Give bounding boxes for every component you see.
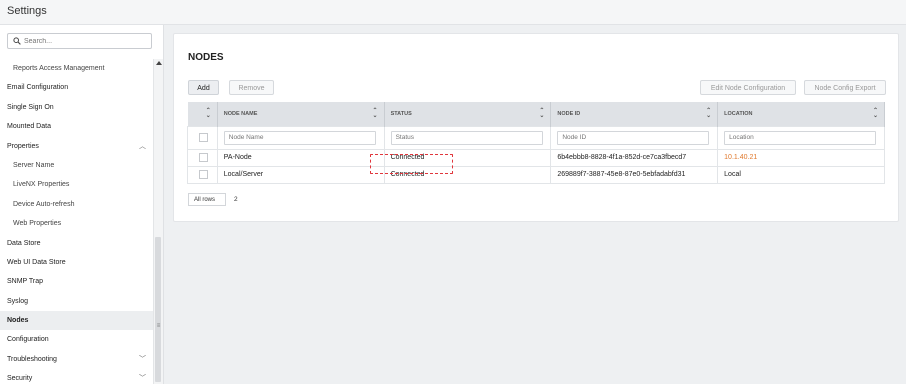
column-header-label: NODE ID	[557, 110, 581, 117]
sidebar-item-label: Mounted Data	[7, 123, 51, 131]
sidebar-item-snmp-trap[interactable]: SNMP Trap	[0, 272, 153, 291]
sidebar-item-label: Data Store	[7, 239, 41, 247]
search-box[interactable]	[7, 33, 152, 49]
column-header-node-id[interactable]: NODE ID ⌃ ⌄	[550, 102, 719, 126]
nodes-table: ⌃ ⌄ NODE NAME ⌃ ⌄ STATUS ⌃ ⌄ NODE ID ⌃ ⌄ LOCATI…	[187, 102, 885, 184]
chevron-down-icon[interactable]: ﹀	[139, 369, 146, 384]
sidebar-item-email-configuration[interactable]: Email Configuration	[0, 78, 153, 97]
nodes-panel: NODES Add Remove Edit Node Configuration…	[173, 33, 899, 222]
grip-icon: ≡	[156, 323, 161, 329]
sidebar-scrollbar[interactable]: ≡	[153, 59, 163, 384]
sidebar-item-syslog[interactable]: Syslog	[0, 292, 153, 311]
node-config-export-button[interactable]: Node Config Export	[804, 80, 886, 95]
window-title: Settings	[7, 5, 47, 17]
select-all-checkbox[interactable]	[199, 133, 208, 142]
scroll-up-arrow-icon[interactable]	[156, 61, 162, 65]
add-button[interactable]: Add	[188, 80, 219, 95]
sidebar-item-label: Security	[7, 375, 33, 383]
row-checkbox[interactable]	[199, 170, 208, 179]
select-column-header[interactable]: ⌃ ⌄	[187, 102, 218, 126]
node-name-cell: PA-Node	[216, 148, 385, 167]
chevron-up-icon[interactable]: ︿	[139, 137, 146, 156]
row-checkbox[interactable]	[199, 153, 208, 162]
sidebar-item-device-auto-refresh[interactable]: Device Auto-refresh	[0, 195, 153, 214]
location-link[interactable]: 10.1.40.21	[724, 154, 757, 161]
sort-icon[interactable]: ⌃ ⌄	[873, 108, 878, 119]
sidebar-item-label: Web Properties	[13, 220, 62, 228]
sidebar-item-label: Email Configuration	[7, 84, 69, 92]
sidebar-item-livenx-properties[interactable]: LiveNX Properties	[0, 175, 153, 194]
column-header-label: NODE NAME	[223, 110, 258, 117]
sidebar-item-label: Syslog	[7, 297, 29, 305]
filter-cell	[550, 125, 719, 150]
sidebar-item-data-store[interactable]: Data Store	[0, 234, 153, 253]
sort-icon[interactable]: ⌃ ⌄	[373, 108, 378, 119]
sidebar-item-label: LiveNX Properties	[13, 181, 70, 189]
row-select-cell	[187, 165, 218, 184]
table-filter-row	[187, 125, 885, 150]
column-header-status[interactable]: STATUS ⌃ ⌄	[384, 102, 552, 126]
status-highlight-annotation	[370, 154, 453, 174]
filter-cell	[717, 125, 885, 150]
sidebar-item-single-sign-on[interactable]: Single Sign On	[0, 98, 153, 117]
sidebar-item-troubleshooting[interactable]: Troubleshooting ﹀	[0, 350, 153, 369]
location-cell: Local	[717, 165, 885, 184]
node-id-cell: 269889f7-3887-45e8-87e0-5ebfadabfd31	[550, 165, 719, 184]
sidebar-item-web-properties[interactable]: Web Properties	[0, 214, 153, 233]
table-row[interactable]: Local/Server Connected 269889f7-3887-45e…	[187, 165, 885, 184]
filter-node-name-input[interactable]	[223, 130, 376, 145]
settings-sidebar: Reports Access Management Email Configur…	[0, 25, 164, 384]
sidebar-item-reports-access-management[interactable]: Reports Access Management	[0, 59, 153, 78]
sidebar-item-nodes[interactable]: Nodes	[0, 311, 153, 331]
sidebar-item-configuration[interactable]: Configuration	[0, 330, 153, 349]
column-header-label: STATUS	[390, 110, 412, 117]
sidebar-item-mounted-data[interactable]: Mounted Data	[0, 117, 153, 136]
scrollbar-thumb[interactable]	[155, 237, 161, 382]
panel-title: NODES	[188, 52, 224, 63]
sidebar-item-security[interactable]: Security ﹀	[0, 369, 153, 384]
filter-node-id-input[interactable]	[557, 130, 710, 145]
search-input[interactable]	[24, 35, 149, 47]
sidebar-item-label: Nodes	[7, 317, 29, 325]
sidebar-item-label: Configuration	[7, 336, 49, 344]
sidebar-item-server-name[interactable]: Server Name	[0, 156, 153, 175]
sidebar-item-label: Server Name	[13, 161, 55, 169]
chevron-down-icon[interactable]: ﹀	[139, 350, 146, 369]
remove-button[interactable]: Remove	[229, 80, 274, 95]
column-header-label: LOCATION	[724, 110, 753, 117]
sidebar-item-label: Device Auto-refresh	[13, 200, 75, 208]
row-select-cell	[187, 148, 218, 167]
filter-location-input[interactable]	[724, 130, 877, 145]
sort-icon[interactable]: ⌃ ⌄	[539, 108, 544, 119]
rows-per-page-select[interactable]: All rows	[188, 193, 226, 206]
sort-icon[interactable]: ⌃ ⌄	[706, 108, 711, 119]
sidebar-item-label: Single Sign On	[7, 103, 54, 111]
sidebar-item-properties[interactable]: Properties ︿	[0, 137, 153, 156]
sidebar-item-web-ui-data-store[interactable]: Web UI Data Store	[0, 253, 153, 272]
filter-cell	[187, 125, 218, 150]
sidebar-item-label: Web UI Data Store	[7, 258, 66, 266]
search-icon	[13, 37, 21, 45]
sidebar-item-label: Troubleshooting	[7, 355, 57, 363]
table-row[interactable]: PA-Node Connected 6b4ebbb8-8828-4f1a-852…	[187, 148, 885, 167]
sidebar-item-label: Reports Access Management	[13, 65, 105, 72]
node-id-cell: 6b4ebbb8-8828-4f1a-852d-ce7ca3fbecd7	[550, 148, 719, 167]
location-cell: 10.1.40.21	[717, 148, 885, 167]
column-header-node-name[interactable]: NODE NAME ⌃ ⌄	[217, 102, 385, 126]
title-bar: Settings	[0, 0, 906, 25]
sidebar-item-label: SNMP Trap	[7, 278, 44, 286]
filter-cell	[216, 125, 385, 150]
table-header-row: ⌃ ⌄ NODE NAME ⌃ ⌄ STATUS ⌃ ⌄ NODE ID ⌃ ⌄ LOCATI…	[187, 102, 885, 126]
node-name-cell: Local/Server	[216, 165, 385, 184]
settings-nav: Reports Access Management Email Configur…	[0, 59, 153, 384]
filter-cell	[383, 125, 552, 150]
column-header-location[interactable]: LOCATION ⌃ ⌄	[717, 102, 885, 126]
edit-node-configuration-button[interactable]: Edit Node Configuration	[700, 80, 796, 95]
row-count: 2	[234, 196, 238, 203]
sort-icon[interactable]: ⌃ ⌄	[206, 108, 211, 119]
filter-status-input[interactable]	[390, 130, 543, 145]
sidebar-item-label: Properties	[7, 142, 39, 150]
